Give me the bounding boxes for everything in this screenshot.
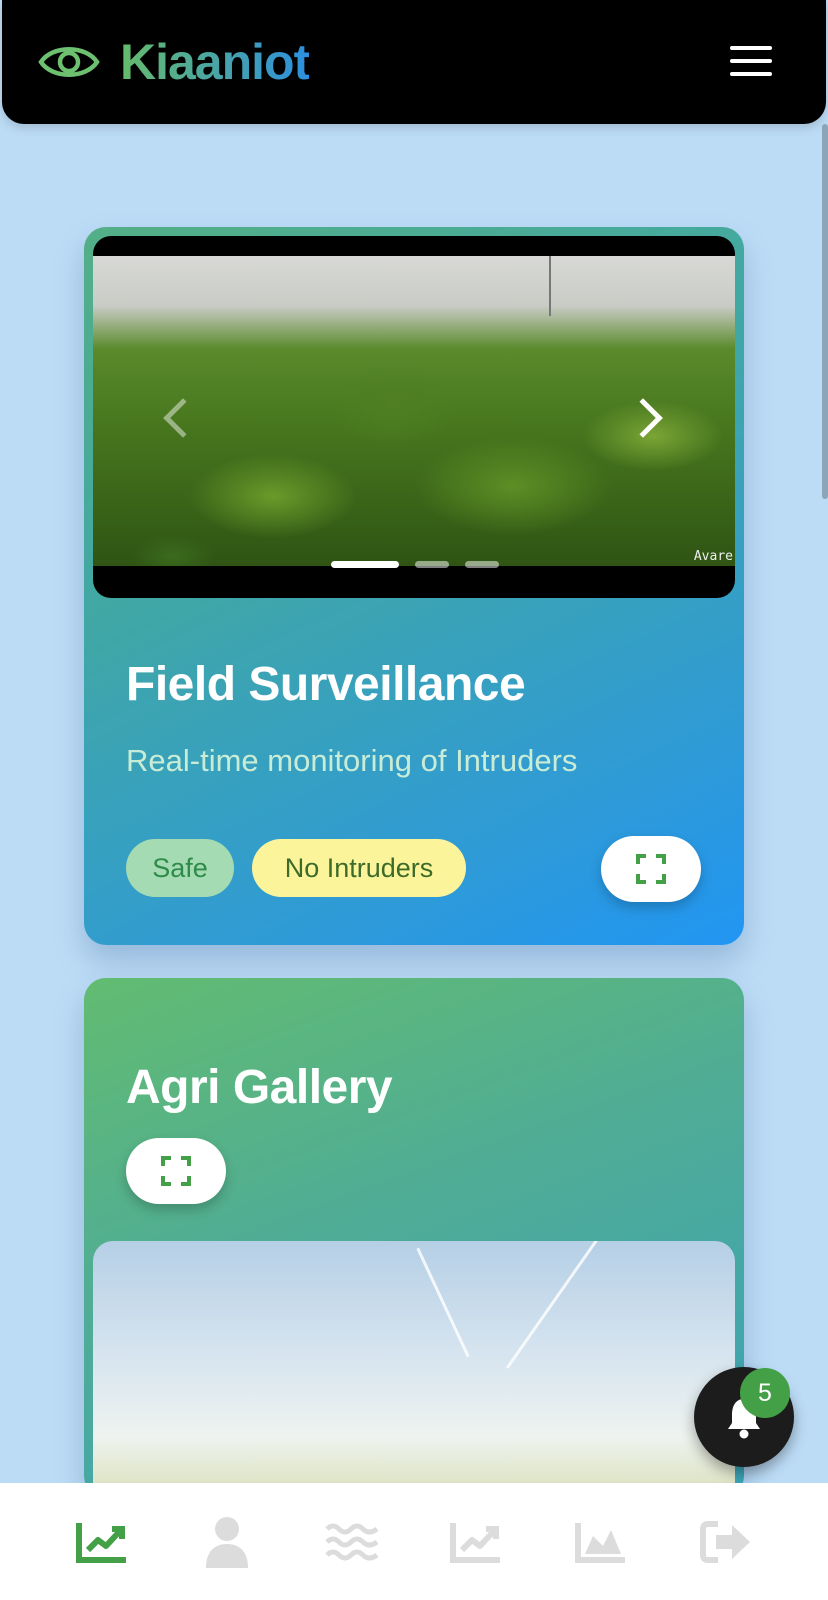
nav-item-reports[interactable] [566, 1507, 636, 1577]
intruder-status-badge: No Intruders [252, 839, 466, 897]
eye-icon [38, 47, 100, 77]
carousel-indicator-3[interactable] [465, 561, 499, 568]
nav-item-logout[interactable] [691, 1507, 761, 1577]
app-header: Kiaaniot [2, 0, 826, 124]
image-watermark: Avare [693, 549, 733, 564]
agri-gallery-card: Agri Gallery [84, 978, 744, 1498]
user-icon [205, 1516, 248, 1568]
surveillance-subtitle: Real-time monitoring of Intruders [126, 743, 578, 778]
fullscreen-icon [636, 854, 666, 884]
gallery-image[interactable] [93, 1241, 735, 1498]
fullscreen-icon [161, 1156, 191, 1186]
nav-item-profile[interactable] [192, 1507, 262, 1577]
chart-trend-icon [450, 1522, 501, 1563]
surveillance-title: Field Surveillance [126, 658, 526, 711]
field-surveillance-card: Avare Field Surveillance Real-time monit… [84, 227, 744, 945]
page-scrollbar[interactable] [822, 124, 828, 499]
chart-line-icon [76, 1522, 127, 1563]
brand-name[interactable]: Kiaaniot [120, 33, 310, 91]
nav-item-dashboard[interactable] [67, 1507, 137, 1577]
safe-status-badge: Safe [126, 839, 234, 897]
nav-item-water[interactable] [317, 1507, 387, 1577]
carousel-indicator-2[interactable] [415, 561, 449, 568]
nav-item-analytics[interactable] [441, 1507, 511, 1577]
area-chart-icon [574, 1522, 625, 1563]
surveillance-carousel[interactable]: Avare [93, 236, 735, 598]
carousel-indicators [331, 561, 499, 568]
surveillance-fullscreen-button[interactable] [601, 836, 701, 902]
carousel-indicator-1[interactable] [331, 561, 399, 568]
logout-icon [699, 1520, 750, 1563]
hamburger-menu-icon[interactable] [730, 46, 772, 76]
water-waves-icon [324, 1523, 379, 1560]
bottom-navigation [0, 1483, 828, 1600]
gallery-fullscreen-button[interactable] [126, 1138, 226, 1204]
gallery-title: Agri Gallery [126, 1061, 393, 1114]
notification-count-badge: 5 [740, 1368, 790, 1418]
